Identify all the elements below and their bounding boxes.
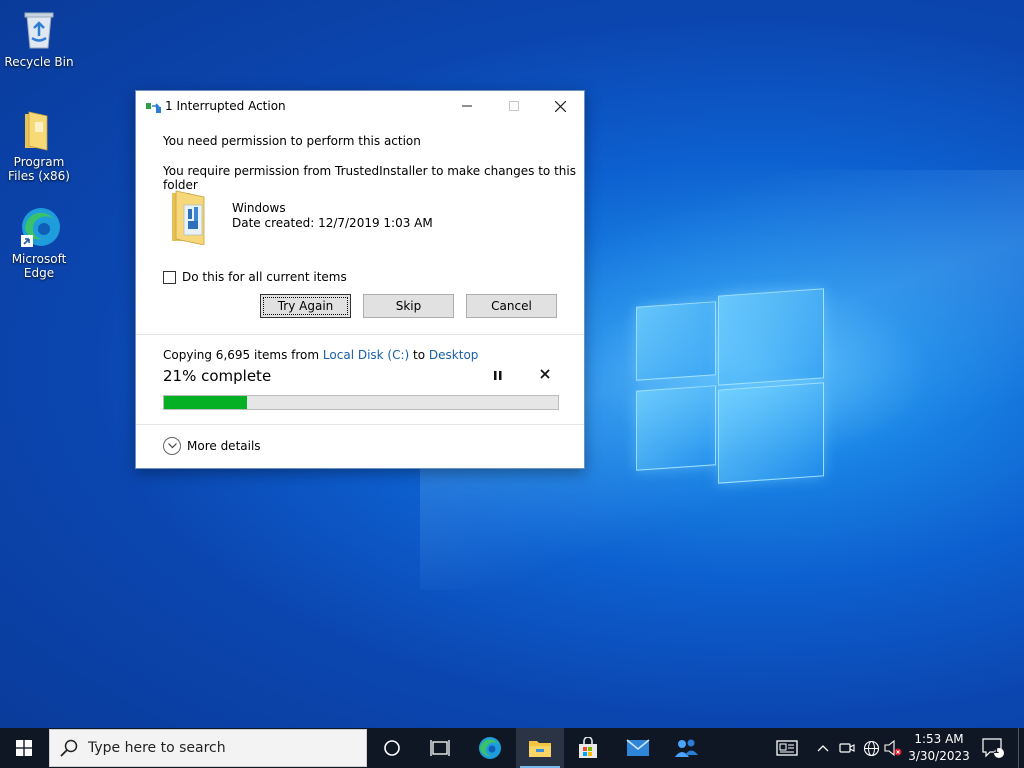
desktop-icon-label: Recycle Bin bbox=[4, 55, 74, 69]
mail-icon bbox=[626, 739, 650, 756]
desktop-icon-label: Microsoft Edge bbox=[11, 252, 67, 280]
permission-heading: You need permission to perform this acti… bbox=[163, 134, 421, 148]
minimize-button[interactable] bbox=[444, 91, 490, 121]
volume-muted-icon bbox=[884, 740, 902, 756]
clock-time: 1:53 AM bbox=[914, 732, 964, 746]
close-button[interactable] bbox=[537, 91, 583, 121]
show-hidden-icons-button[interactable] bbox=[812, 728, 834, 768]
store-icon bbox=[579, 737, 597, 758]
stop-copy-button[interactable] bbox=[540, 367, 550, 383]
apply-all-checkbox[interactable]: Do this for all current items bbox=[163, 270, 347, 284]
copy-status-prefix: Copying 6,695 items from bbox=[163, 348, 320, 362]
taskbar-file-explorer-button[interactable] bbox=[516, 728, 564, 768]
task-view-icon bbox=[430, 740, 450, 756]
notification-count: 1 bbox=[993, 746, 1000, 756]
tray-news-button[interactable] bbox=[772, 728, 802, 768]
taskbar-store-button[interactable] bbox=[564, 728, 612, 768]
taskbar-mail-button[interactable] bbox=[614, 728, 662, 768]
start-button[interactable] bbox=[0, 728, 48, 768]
windows-folder-icon bbox=[168, 187, 218, 246]
people-icon bbox=[675, 739, 698, 757]
network-globe-icon bbox=[863, 740, 879, 756]
permission-detail: You require permission from TrustedInsta… bbox=[163, 164, 576, 192]
item-name: Windows bbox=[232, 201, 286, 215]
dialog-titlebar[interactable]: 1 Interrupted Action bbox=[136, 91, 584, 121]
desktop-icon-program-files[interactable]: Program Files (x86) bbox=[0, 108, 78, 183]
show-desktop-button[interactable] bbox=[1018, 728, 1024, 768]
minimize-icon bbox=[462, 105, 472, 107]
file-copy-icon bbox=[146, 101, 161, 113]
taskbar-search-box[interactable]: Type here to search bbox=[49, 729, 367, 767]
progress-fill bbox=[164, 396, 247, 409]
pause-button[interactable] bbox=[494, 370, 502, 383]
search-placeholder: Type here to search bbox=[88, 740, 226, 756]
skip-button[interactable]: Skip bbox=[363, 294, 454, 318]
close-icon bbox=[540, 369, 550, 379]
desktop-icon-label: Program Files (x86) bbox=[8, 155, 70, 183]
clock-date: 3/30/2023 bbox=[908, 749, 970, 763]
taskbar-people-button[interactable] bbox=[662, 728, 710, 768]
copy-progress-bar bbox=[163, 395, 559, 410]
divider bbox=[136, 424, 584, 425]
taskbar-clock[interactable]: 1:53 AM 3/30/2023 bbox=[904, 731, 974, 765]
task-view-button[interactable] bbox=[416, 728, 464, 768]
edge-icon bbox=[17, 205, 61, 249]
source-link[interactable]: Local Disk (C:) bbox=[323, 348, 409, 362]
item-date-created: Date created: 12/7/2019 1:03 AM bbox=[232, 216, 433, 230]
more-details-label: More details bbox=[187, 439, 261, 453]
recycle-bin-icon bbox=[17, 8, 61, 52]
taskbar: Type here to search 1:53 AM 3/30/2023 1 bbox=[0, 728, 1024, 768]
desktop-icon-microsoft-edge[interactable]: Microsoft Edge bbox=[0, 205, 78, 280]
destination-link[interactable]: Desktop bbox=[429, 348, 479, 362]
copy-status-to: to bbox=[413, 348, 426, 362]
try-again-button[interactable]: Try Again bbox=[260, 294, 351, 318]
desktop-icon-recycle-bin[interactable]: Recycle Bin bbox=[0, 8, 78, 69]
windows-logo-wallpaper bbox=[636, 288, 824, 484]
divider bbox=[136, 334, 584, 335]
windows-start-icon bbox=[16, 740, 32, 756]
cancel-button[interactable]: Cancel bbox=[466, 294, 557, 318]
checkbox-box[interactable] bbox=[163, 270, 176, 284]
taskbar-edge-button[interactable] bbox=[466, 728, 514, 768]
percent-complete: 21% complete bbox=[163, 367, 272, 385]
close-icon bbox=[554, 100, 566, 112]
more-details-toggle[interactable]: More details bbox=[163, 437, 261, 455]
action-center-button[interactable]: 1 bbox=[978, 728, 1008, 768]
tray-meet-button[interactable] bbox=[836, 728, 858, 768]
news-icon bbox=[776, 740, 798, 756]
maximize-icon bbox=[509, 101, 519, 111]
file-explorer-icon bbox=[529, 741, 551, 757]
maximize-button bbox=[491, 91, 537, 121]
folder-icon bbox=[17, 108, 61, 152]
chevron-down-icon bbox=[163, 437, 181, 455]
interrupted-action-dialog: 1 Interrupted Action You need permission… bbox=[135, 90, 585, 469]
copy-status-line: Copying 6,695 items from Local Disk (C:)… bbox=[163, 348, 478, 362]
pause-icon bbox=[494, 371, 502, 380]
apply-all-label: Do this for all current items bbox=[182, 270, 347, 284]
edge-icon bbox=[479, 737, 501, 759]
video-camera-icon bbox=[839, 743, 855, 753]
dialog-title: 1 Interrupted Action bbox=[165, 99, 286, 113]
cortana-button[interactable] bbox=[368, 728, 416, 768]
tray-volume-button[interactable] bbox=[882, 728, 904, 768]
chevron-up-icon bbox=[817, 745, 829, 752]
tray-network-button[interactable] bbox=[860, 728, 882, 768]
cortana-icon bbox=[384, 740, 400, 756]
search-icon bbox=[60, 739, 78, 760]
